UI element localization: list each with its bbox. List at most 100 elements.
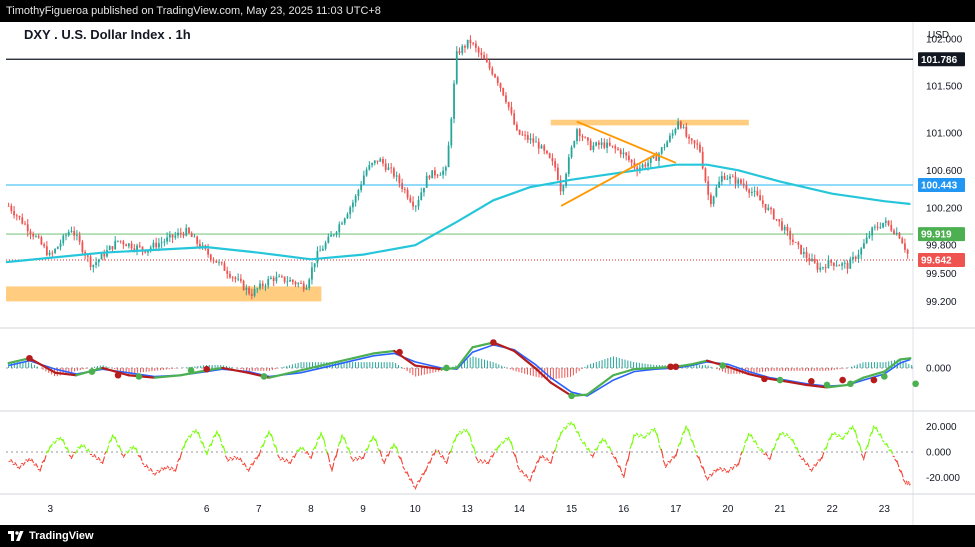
candle-body xyxy=(704,168,707,182)
candle-body xyxy=(603,142,606,148)
candle-body xyxy=(409,197,412,202)
price-label-value: 99.919 xyxy=(921,230,952,241)
candle-body xyxy=(376,160,379,162)
candle-body xyxy=(748,189,751,193)
candle-body xyxy=(127,243,130,247)
candle-body xyxy=(379,158,382,162)
candle-body xyxy=(532,138,535,143)
candle-body xyxy=(562,185,565,192)
oscillator-line xyxy=(440,455,443,458)
candle-body xyxy=(168,234,171,238)
candle-body xyxy=(802,251,805,254)
candle-body xyxy=(791,239,794,242)
candle-body xyxy=(884,220,887,223)
candle-body xyxy=(442,170,445,175)
price-label-value: 100.443 xyxy=(921,181,958,192)
chart-background xyxy=(0,22,975,525)
time-tick-label: 21 xyxy=(775,504,787,515)
candle-body xyxy=(406,189,409,198)
candle-body xyxy=(715,187,718,197)
candle-body xyxy=(890,224,893,231)
tradingview-logo[interactable]: TradingView xyxy=(8,529,94,543)
candle-body xyxy=(518,129,521,135)
candle-body xyxy=(841,263,843,266)
candle-body xyxy=(731,176,734,178)
candle-body xyxy=(474,43,477,48)
time-tick-label: 22 xyxy=(827,504,839,515)
candle-body xyxy=(543,145,546,151)
candle-body xyxy=(95,262,97,265)
candle-body xyxy=(264,285,267,287)
candle-body xyxy=(649,157,652,163)
candle-body xyxy=(305,288,308,290)
candle-body xyxy=(865,237,868,244)
candle-body xyxy=(824,267,827,269)
candle-body xyxy=(316,251,319,264)
candle-body xyxy=(772,209,775,220)
candle-body xyxy=(73,230,76,236)
time-tick-label: 16 xyxy=(618,504,630,515)
candle-body xyxy=(529,138,532,140)
candle-body xyxy=(335,232,338,235)
oscillator-line xyxy=(817,459,820,461)
candle-body xyxy=(51,252,54,254)
candle-body xyxy=(174,235,177,238)
candle-body xyxy=(644,164,647,167)
candle-body xyxy=(857,254,860,259)
candle-body xyxy=(40,237,43,245)
candle-body xyxy=(690,138,693,141)
candle-body xyxy=(302,283,305,290)
candle-body xyxy=(712,196,715,205)
candle-body xyxy=(491,68,494,75)
oscillator-line xyxy=(444,460,447,463)
time-tick-label: 14 xyxy=(514,504,526,515)
candle-body xyxy=(745,185,748,190)
oscillator-line xyxy=(156,469,159,472)
candle-body xyxy=(209,254,212,260)
candle-body xyxy=(231,277,234,279)
candle-body xyxy=(546,150,548,154)
candle-body xyxy=(718,181,721,188)
candle-body xyxy=(133,248,136,251)
candle-body xyxy=(242,280,245,290)
candle-body xyxy=(499,83,502,88)
time-tick-label: 9 xyxy=(360,504,366,515)
time-tick-label: 15 xyxy=(566,504,578,515)
candle-body xyxy=(393,168,395,177)
tradingview-brand: TradingView xyxy=(29,530,94,542)
candle-body xyxy=(461,46,464,54)
candle-body xyxy=(297,283,300,285)
candle-body xyxy=(723,175,726,180)
candle-body xyxy=(835,265,838,267)
candle-body xyxy=(619,149,622,155)
candle-body xyxy=(614,146,617,149)
time-tick-label: 6 xyxy=(204,504,210,515)
candle-body xyxy=(239,278,242,281)
candle-body xyxy=(349,207,352,215)
candle-body xyxy=(81,241,84,253)
candle-body xyxy=(248,287,250,294)
candle-body xyxy=(215,260,218,263)
price-label-value: 99.642 xyxy=(921,256,952,267)
candle-body xyxy=(444,167,447,171)
candle-body xyxy=(671,133,674,136)
candle-body xyxy=(245,287,248,290)
candle-body xyxy=(294,282,297,285)
candle-body xyxy=(496,77,499,84)
candle-body xyxy=(556,167,559,180)
candle-body xyxy=(726,178,729,180)
macd-zero-label: 0.000 xyxy=(926,363,951,374)
candle-body xyxy=(338,224,341,233)
candle-body xyxy=(185,227,188,236)
candle-body xyxy=(494,74,496,78)
candle-body xyxy=(611,145,614,147)
candle-body xyxy=(898,232,901,239)
candle-body xyxy=(114,240,117,250)
candle-body xyxy=(428,175,431,179)
chart-canvas[interactable]: 102.000101.500101.000100.600100.20099.80… xyxy=(0,22,975,525)
candle-body xyxy=(849,259,852,269)
candle-body xyxy=(669,135,671,142)
candle-body xyxy=(259,283,261,289)
candle-body xyxy=(324,242,327,249)
candle-body xyxy=(218,261,220,263)
